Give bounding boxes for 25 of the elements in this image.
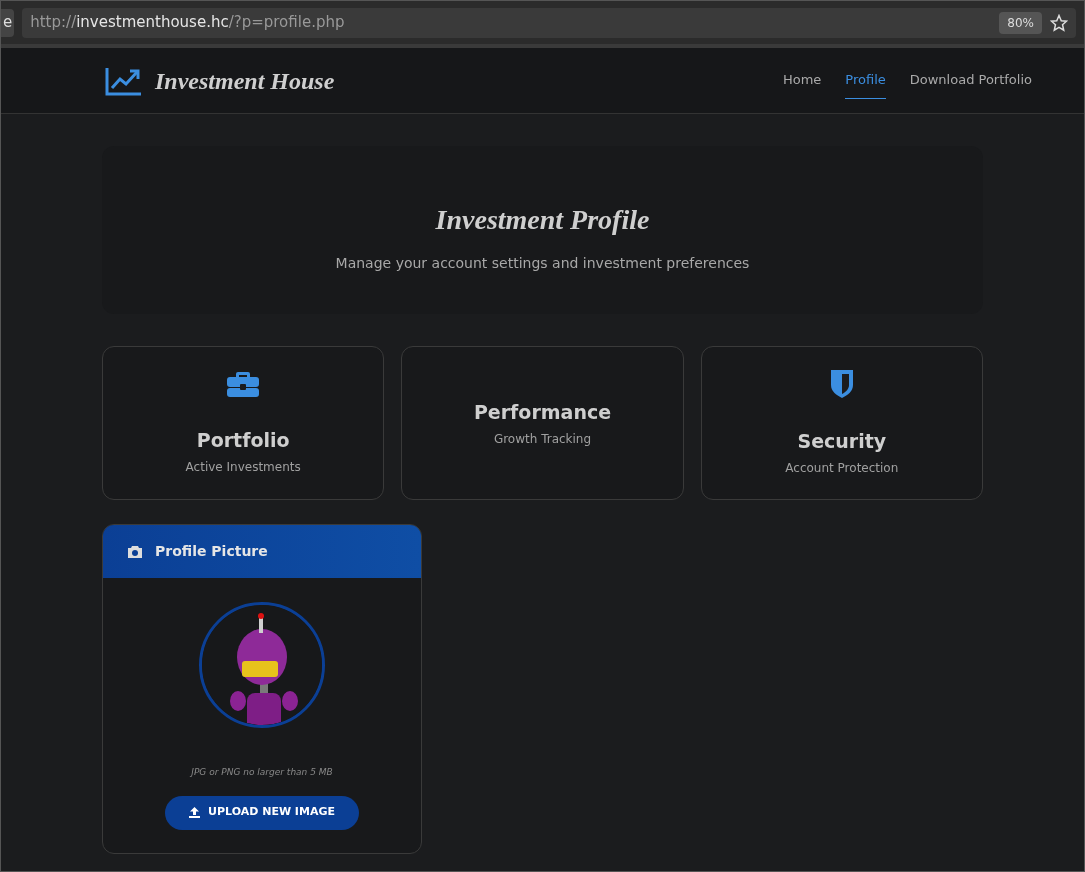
card-title: Performance <box>473 399 612 425</box>
card-subtitle: Active Investments <box>185 459 301 477</box>
card-subtitle: Growth Tracking <box>493 431 592 449</box>
upload-hint: JPG or PNG no larger than 5 MB <box>191 766 333 779</box>
card-title: Security <box>797 428 887 454</box>
nav-link[interactable]: Profile <box>845 62 886 99</box>
upload-button[interactable]: UPLOAD NEW IMAGE <box>165 795 359 830</box>
card-title: Profile Picture <box>155 542 268 561</box>
nav-link[interactable]: Download Portfolio <box>909 62 1032 99</box>
upload-icon <box>189 807 201 818</box>
address-bar[interactable]: http://investmenthouse.hc/?p=profile.php 80% <box>22 7 1076 38</box>
camera-icon <box>127 544 143 559</box>
card-title: Portfolio <box>196 427 290 453</box>
browser-tab[interactable]: e <box>1 8 15 37</box>
chart-line-icon <box>105 65 143 96</box>
url-text: http://investmenthouse.hc/?p=profile.php <box>30 12 346 34</box>
brand-name[interactable]: Investment House <box>155 62 335 99</box>
shield-icon <box>829 368 854 399</box>
zoom-level[interactable]: 80% <box>999 11 1042 34</box>
nav-link[interactable]: Home <box>782 62 822 99</box>
briefcase-icon <box>226 369 261 398</box>
page-title: Investment Profile <box>435 202 650 237</box>
card-subtitle: Account Protection <box>785 460 899 478</box>
star-icon[interactable] <box>1050 13 1068 32</box>
page-subtitle: Manage your account settings and investment preferences <box>335 253 750 273</box>
